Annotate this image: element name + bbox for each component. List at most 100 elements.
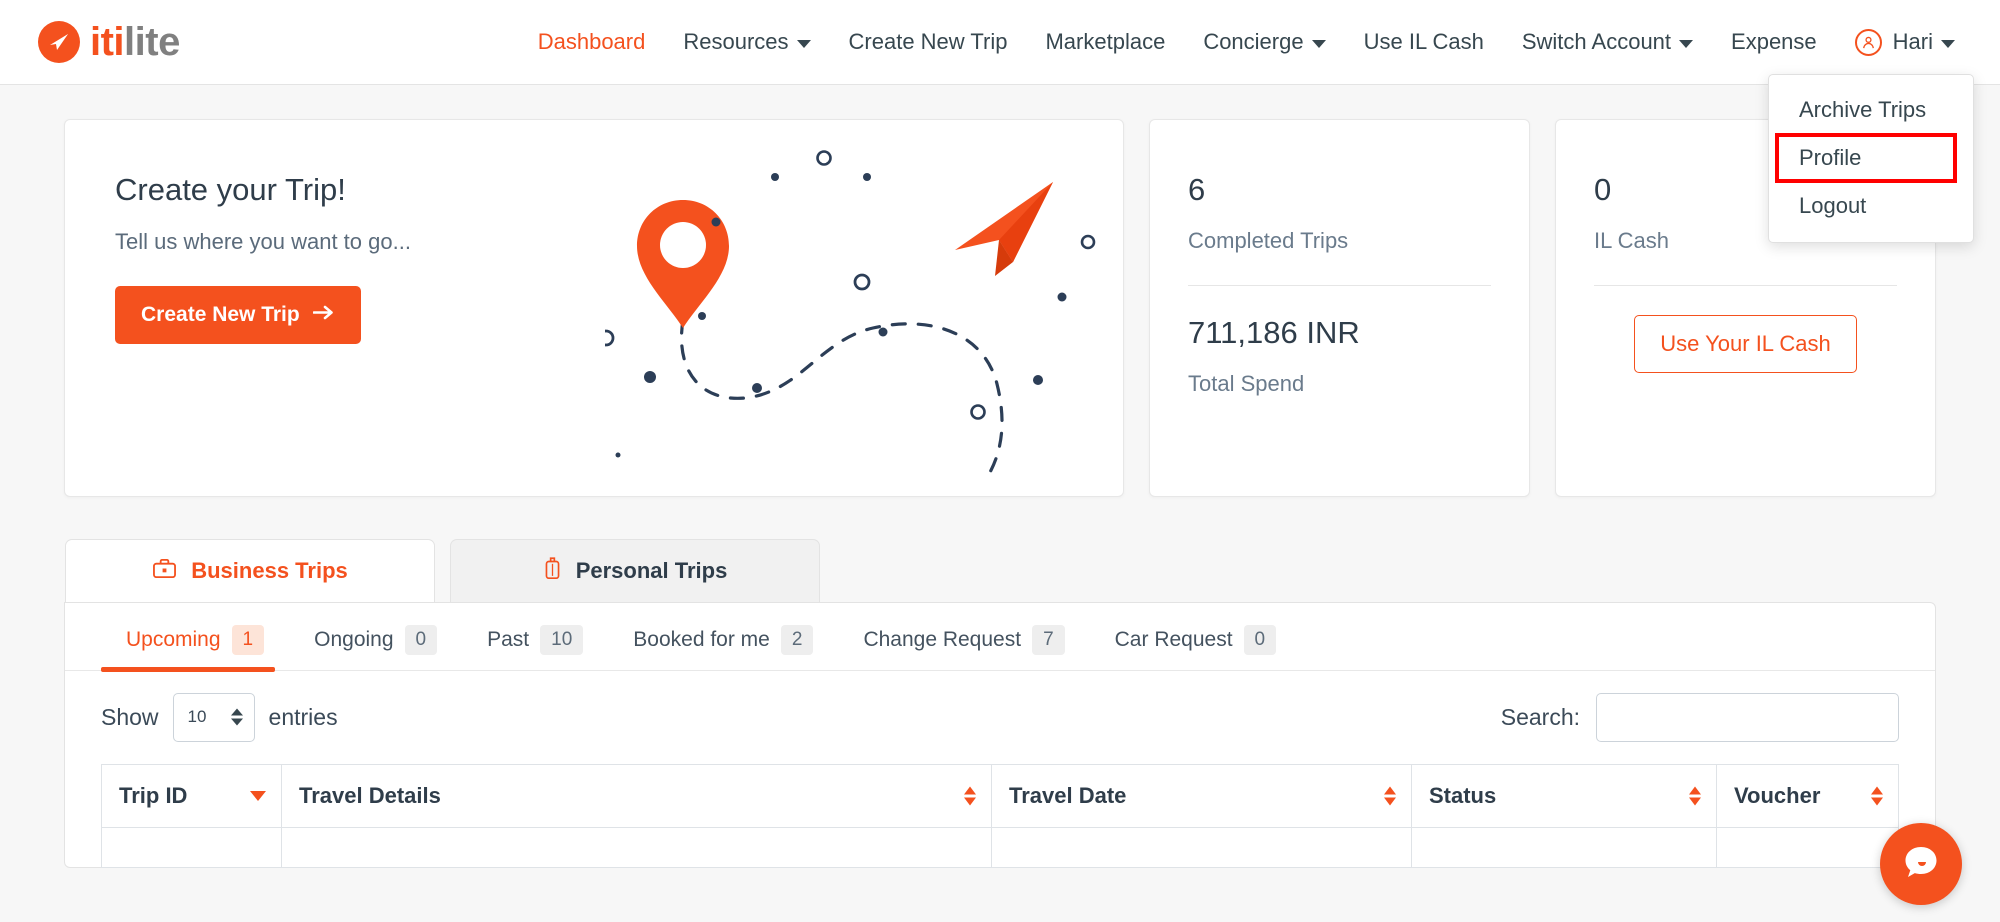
column-label: Travel Date [1009,782,1127,808]
chevron-down-icon [1941,39,1955,48]
column-header-voucher[interactable]: Voucher [1716,763,1899,828]
trips-spend-card: 6 Completed Trips 711,186 INR Total Spen… [1149,119,1530,497]
column-label: Travel Details [299,782,441,808]
sort-updown-icon [1689,786,1701,806]
trips-panel: Upcoming 1 Ongoing 0 Past 10 Booked for … [64,602,1936,868]
search-input[interactable] [1596,692,1899,742]
show-label: Show [101,703,159,730]
subtab-count-badge: 2 [780,625,814,655]
create-trip-card-content: Create your Trip! Tell us where you want… [65,120,411,496]
column-header-trip-id[interactable]: Trip ID [101,763,282,828]
brand-logo[interactable]: itilite [38,21,180,63]
paper-plane-logo-icon [38,21,80,63]
nav-item-switch-account[interactable]: Switch Account [1503,19,1712,65]
page-title: Create your Trip! [115,172,346,207]
chevron-down-icon [1679,39,1694,48]
subtab-ongoing[interactable]: Ongoing 0 [289,625,462,670]
sort-updown-icon [964,786,976,806]
summary-cards-row: Create your Trip! Tell us where you want… [64,85,1936,497]
total-spend-value: 711,186 INR [1188,315,1360,350]
arrow-right-icon [312,303,335,327]
menu-item-label: Logout [1799,193,1867,218]
table-cell [1411,826,1717,868]
subtab-label: Change Request [863,627,1022,651]
nav-item-concierge[interactable]: Concierge [1184,19,1344,65]
trip-status-subtabs: Upcoming 1 Ongoing 0 Past 10 Booked for … [65,603,1935,672]
user-name-label: Hari [1892,29,1933,54]
dashboard-page: Create your Trip! Tell us where you want… [0,85,2000,922]
create-new-trip-button-label: Create New Trip [141,303,300,326]
table-header-row: Trip ID Travel Details Travel Date Statu… [101,763,1899,828]
primary-nav: Dashboard Resources Create New Trip Mark… [519,19,1974,66]
card-divider [1594,285,1897,286]
chat-support-button[interactable] [1880,823,1962,905]
page-size-value: 10 [187,707,207,727]
nav-label: Create New Trip [848,29,1008,54]
trips-table: Trip ID Travel Details Travel Date Statu… [101,763,1899,868]
menu-item-label: Archive Trips [1799,97,1927,122]
create-trip-card: Create your Trip! Tell us where you want… [64,119,1124,497]
tab-personal-trips[interactable]: Personal Trips [450,539,820,602]
menu-item-logout[interactable]: Logout [1769,183,1973,229]
column-header-travel-date[interactable]: Travel Date [991,763,1412,828]
menu-item-profile[interactable]: Profile [1775,133,1957,183]
subtab-count-badge: 0 [404,625,438,655]
nav-label: Concierge [1203,29,1304,54]
menu-item-label: Profile [1799,145,1862,170]
brand-wordmark: itilite [90,22,180,62]
nav-item-dashboard[interactable]: Dashboard [519,19,665,65]
subtab-booked-for-me[interactable]: Booked for me 2 [608,625,838,670]
column-label: Voucher [1734,782,1821,808]
trips-table-head: Trip ID Travel Details Travel Date Statu… [101,763,1899,828]
sort-updown-icon [230,708,243,726]
sort-updown-icon [1871,786,1883,806]
nav-label: Switch Account [1521,29,1672,54]
subtab-car-request[interactable]: Car Request 0 [1090,625,1301,670]
table-row[interactable] [101,826,1899,868]
nav-item-marketplace[interactable]: Marketplace [1026,19,1184,65]
chevron-down-icon [1311,39,1326,48]
column-header-travel-details[interactable]: Travel Details [281,763,992,828]
nav-item-use-il-cash[interactable]: Use IL Cash [1345,19,1503,65]
subtab-change-request[interactable]: Change Request 7 [838,625,1089,670]
nav-item-expense[interactable]: Expense [1712,19,1836,65]
nav-item-user-menu[interactable]: Hari [1836,19,1974,66]
subtab-upcoming[interactable]: Upcoming 1 [101,625,289,672]
briefcase-icon [152,557,177,586]
subtab-past[interactable]: Past 10 [462,625,608,670]
create-new-trip-button[interactable]: Create New Trip [115,286,361,344]
nav-label: Expense [1731,29,1817,54]
nav-label: Resources [683,29,789,54]
card-divider [1188,285,1491,286]
nav-item-create-new-trip[interactable]: Create New Trip [830,19,1027,65]
table-controls: Show 10 entries Search: [65,671,1935,742]
trip-type-tabs: Business Trips Personal Trips [64,539,1936,602]
top-navbar: itilite Dashboard Resources Create New T… [0,0,2000,243]
subtab-label: Car Request [1114,627,1233,651]
travel-illustration [597,140,1115,486]
nav-item-resources[interactable]: Resources [664,19,829,65]
create-trip-subtitle: Tell us where you want to go... [115,229,411,254]
tab-business-trips[interactable]: Business Trips [65,539,435,602]
table-cell [1716,826,1899,868]
tab-label: Business Trips [191,558,348,583]
use-your-il-cash-button[interactable]: Use Your IL Cash [1634,315,1857,373]
search-group: Search: [1501,692,1899,742]
show-entries-group: Show 10 entries [101,692,338,742]
column-header-status[interactable]: Status [1411,763,1717,828]
nav-label: Marketplace [1045,29,1166,54]
subtab-count-badge: 0 [1243,625,1277,655]
brand-text-primary: iti [90,20,125,64]
subtab-label: Upcoming [126,627,221,651]
subtab-label: Booked for me [633,627,770,651]
page-size-select[interactable]: 10 [172,692,255,742]
menu-item-archive-trips[interactable]: Archive Trips [1769,87,1973,133]
nav-label: Use IL Cash [1363,29,1484,54]
subtab-label: Past [487,627,530,651]
tab-label: Personal Trips [575,558,728,583]
table-cell [281,826,992,868]
user-circle-icon [1854,28,1882,56]
trips-table-body [101,826,1899,868]
subtab-count-badge: 7 [1032,625,1065,655]
trips-table-wrapper: Trip ID Travel Details Travel Date Statu… [65,742,1935,868]
